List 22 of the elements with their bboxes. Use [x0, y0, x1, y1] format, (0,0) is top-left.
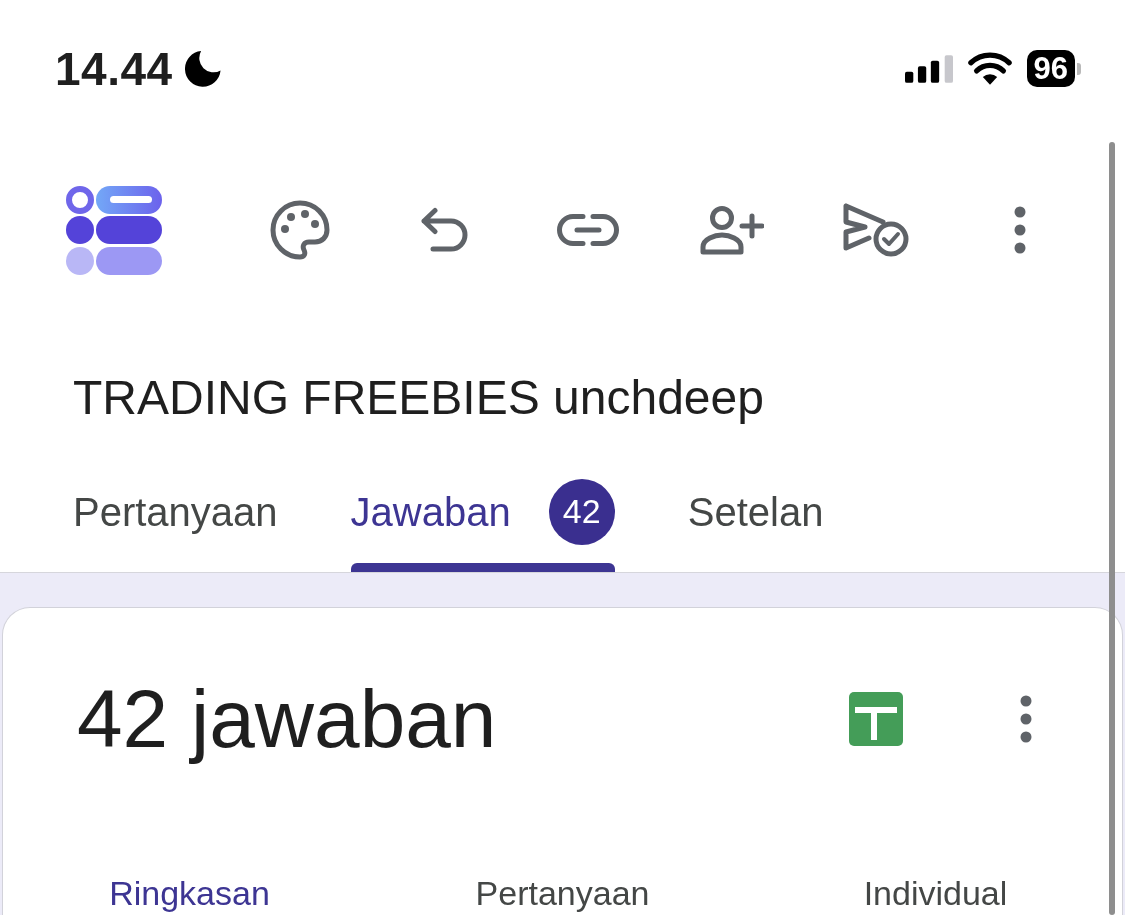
- undo-icon[interactable]: [419, 207, 469, 253]
- battery-percent: 96: [1026, 50, 1075, 87]
- palette-icon[interactable]: [270, 200, 330, 260]
- more-options-icon[interactable]: [1020, 695, 1032, 743]
- add-person-icon[interactable]: [700, 205, 764, 255]
- count-badge: 42: [548, 478, 615, 545]
- app-logo[interactable]: [66, 185, 162, 275]
- tab[interactable]: Ringkasan: [109, 876, 270, 910]
- tab[interactable]: Jawaban 42: [320, 460, 645, 572]
- signal-icon: [904, 54, 953, 83]
- moon-icon: [184, 51, 221, 87]
- tab[interactable]: Pertanyaan: [43, 460, 308, 572]
- form-title: TRADING FREEBIES unchdeep: [73, 370, 764, 426]
- tab[interactable]: Pertanyaan: [475, 876, 650, 910]
- send-check-icon[interactable]: [843, 203, 909, 257]
- link-icon[interactable]: [557, 214, 619, 246]
- tab[interactable]: Individual: [863, 876, 1008, 910]
- wifi-icon: [967, 52, 1012, 85]
- status-time: 14.44: [55, 46, 173, 92]
- more-options-icon[interactable]: [1014, 206, 1026, 254]
- spreadsheet-icon[interactable]: [849, 692, 903, 746]
- tab[interactable]: Setelan: [657, 460, 854, 572]
